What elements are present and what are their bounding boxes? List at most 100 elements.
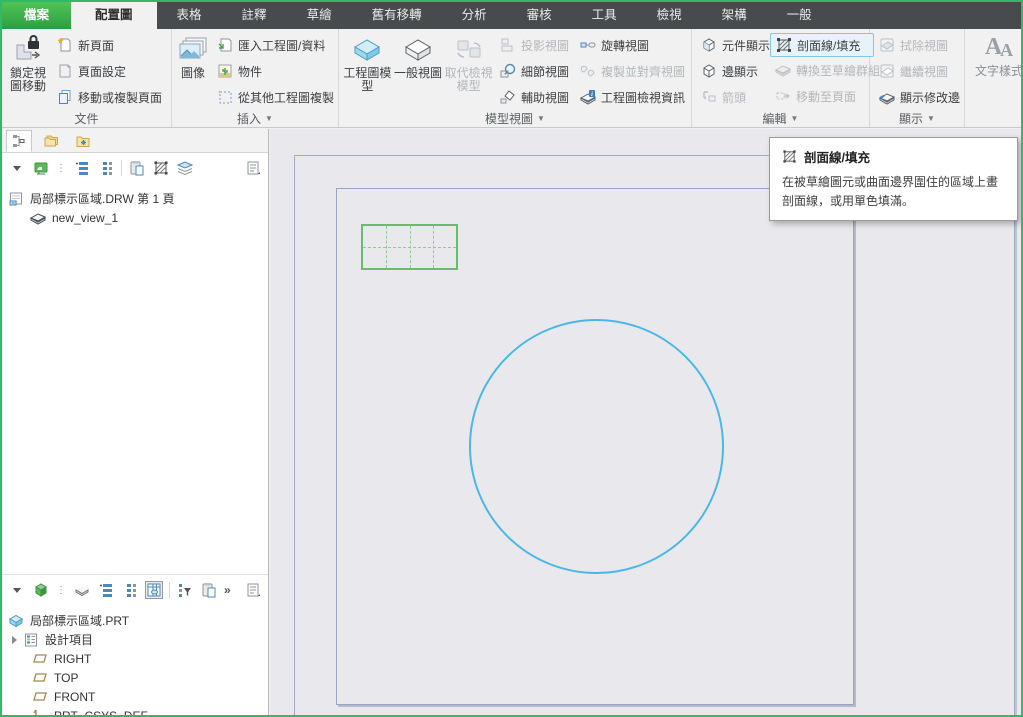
tree-node-drawing[interactable]: 局部標示區域.DRW 第 1 頁 — [8, 189, 268, 208]
layers-button[interactable] — [176, 159, 194, 177]
expand-arrow-icon[interactable] — [12, 635, 17, 644]
copy-from-drawing-button[interactable]: 從其他工程圖複製 — [212, 84, 339, 110]
tree-node-top-plane[interactable]: TOP — [8, 668, 268, 687]
part-expand-list-icon — [100, 584, 112, 597]
tree-options-button[interactable] — [244, 159, 262, 177]
part-paste-button[interactable] — [200, 581, 218, 599]
move-to-page-button: 移動至頁面 — [770, 83, 874, 109]
tab-annotate[interactable]: 註釋 — [222, 2, 287, 29]
tab-layout[interactable]: 配置圖 — [71, 2, 157, 29]
favorites-tab[interactable] — [70, 130, 96, 152]
tree-node-csys[interactable]: PRT_CSYS_DEF — [8, 706, 268, 715]
show-modified-edges-button[interactable]: 顯示修改邊 — [874, 84, 965, 110]
new-page-button[interactable]: 新頁面 — [52, 32, 167, 58]
part-collapse-all-button[interactable] — [121, 581, 139, 599]
tab-review[interactable]: 審核 — [507, 2, 572, 29]
object-button[interactable]: 物件 — [212, 58, 339, 84]
rotated-view-button[interactable]: 旋轉視圖 — [575, 32, 687, 58]
hatch-fill-button[interactable]: 剖面線/填充 — [770, 33, 874, 57]
tree-node-part[interactable]: 局部標示區域.PRT — [8, 611, 268, 630]
tab-legacy-migration[interactable]: 舊有移轉 — [352, 2, 442, 29]
text-style-icon: AA — [984, 34, 1014, 60]
green-box-icon — [35, 583, 47, 597]
tab-tools[interactable]: 工具 — [572, 2, 637, 29]
text-style-button[interactable]: AA 文字樣式 — [969, 32, 1021, 109]
drawing-view-info-label: 工程圖檢視資訊 — [601, 90, 686, 105]
group-label-display: 顯示 ▼ — [899, 112, 935, 126]
tab-view[interactable]: 檢視 — [637, 2, 702, 29]
filter-button[interactable] — [176, 581, 194, 599]
drawing-model-button[interactable]: 工程圖模型 — [343, 32, 392, 110]
part-tree-toolbar: ⋮ » — [2, 575, 268, 605]
part-node-label: 局部標示區域.PRT — [30, 614, 130, 628]
tab-general[interactable]: 一般 — [767, 2, 832, 29]
tree-node-design-items[interactable]: 設計項目 — [8, 630, 268, 649]
image-button[interactable]: 圖像 — [176, 32, 210, 110]
part-tree-options-button[interactable] — [244, 581, 262, 599]
tree-node-right-plane[interactable]: RIGHT — [8, 649, 268, 668]
image-label: 圖像 — [180, 66, 205, 80]
model-tree-toolbar: ⋮ — [2, 153, 268, 183]
part-kebab-dots-icon[interactable]: ⋮ — [56, 585, 67, 596]
detail-view-button[interactable]: 細節視圖 — [495, 58, 573, 84]
page-setup-icon — [59, 64, 71, 78]
auxiliary-view-button[interactable]: 輔助視圖 — [495, 84, 573, 110]
ribbon-group-document: 鎖定視圖移動 新頁面 頁面設定 移動或複製頁面 文件 — [2, 29, 172, 127]
tree-display-settings-button[interactable] — [32, 159, 50, 177]
tab-table[interactable]: 表格 — [157, 2, 222, 29]
replace-view-model-label: 取代檢視模型 — [444, 66, 493, 94]
projection-view-icon — [501, 38, 513, 52]
expand-all-button[interactable] — [73, 159, 91, 177]
kebab-dots-icon[interactable]: ⋮ — [56, 163, 67, 174]
tooltip-body: 在被草繪圖元或曲面邊界圍住的區域上畫剖面線，或用單色填滿。 — [782, 175, 999, 208]
tree-node-view[interactable]: new_view_1 — [8, 208, 268, 227]
tab-analysis[interactable]: 分析 — [442, 2, 507, 29]
drawing-canvas[interactable]: 剖面線/填充 在被草繪圖元或曲面邊界圍住的區域上畫剖面線，或用單色填滿。 — [270, 129, 1021, 715]
navigator-panel: ⋮ 局部標示區域.DRW 第 1 頁 new_view_1 ⋮ » 局部標示區域… — [2, 129, 269, 715]
part-tree-dropdown-arrow[interactable] — [8, 581, 26, 599]
auxiliary-view-label: 輔助視圖 — [521, 90, 570, 105]
drawing-tree: 局部標示區域.DRW 第 1 頁 new_view_1 — [2, 183, 268, 227]
model-tree-tab[interactable] — [6, 130, 32, 152]
tree-dropdown-arrow[interactable] — [8, 159, 26, 177]
new-page-label: 新頁面 — [77, 38, 114, 53]
projection-view-button: 投影視圖 — [495, 32, 573, 58]
collapse-all-button[interactable] — [97, 159, 115, 177]
part-expand-all-button[interactable] — [97, 581, 115, 599]
drawing-view-info-button[interactable]: i 工程圖檢視資訊 — [575, 84, 687, 110]
folder-browser-tab[interactable] — [38, 130, 64, 152]
view-filter-button[interactable] — [73, 581, 91, 599]
tooltip-hatch-icon — [783, 150, 796, 163]
part-tree-settings-button[interactable] — [32, 581, 50, 599]
clipboard-icon — [130, 161, 144, 176]
lock-view-move-button[interactable]: 鎖定視圖移動 — [6, 32, 50, 110]
component-display-button[interactable]: 元件顯示 — [696, 32, 770, 58]
column-display-button[interactable] — [145, 581, 163, 599]
screen-icon — [34, 162, 48, 175]
paste-button[interactable] — [128, 159, 146, 177]
menubar: 檔案 配置圖 表格 註釋 草繪 舊有移轉 分析 審核 工具 檢視 架構 一般 — [2, 2, 1021, 29]
general-view-button[interactable]: 一般視圖 — [394, 32, 443, 110]
navigator-tabs — [2, 129, 268, 153]
toolbar-overflow-chevrons[interactable]: » — [224, 583, 231, 597]
tab-file[interactable]: 檔案 — [2, 2, 72, 29]
convert-to-sketch-group-button: 轉換至草繪群組 — [770, 57, 880, 83]
tree-node-front-plane[interactable]: FRONT — [8, 687, 268, 706]
tab-sketch[interactable]: 草繪 — [287, 2, 352, 29]
page-setup-button[interactable]: 頁面設定 — [52, 58, 167, 84]
import-drawing-button[interactable]: 匯入工程圖/資料 — [212, 32, 339, 58]
move-copy-page-button[interactable]: 移動或複製頁面 — [52, 84, 167, 110]
hatch-display-button[interactable] — [152, 159, 170, 177]
group-label-insert: 插入 ▼ — [237, 112, 273, 126]
move-copy-page-icon — [58, 90, 71, 104]
edge-display-button[interactable]: 邊顯示 — [696, 58, 768, 84]
hatch-region-highlight[interactable] — [361, 224, 458, 270]
circle-geometry[interactable] — [469, 319, 724, 574]
part-tree-section: ⋮ » 局部標示區域.PRT 設計項目 RIGHT TOP FRONT PRT_… — [2, 574, 268, 715]
image-icon — [179, 37, 207, 59]
top-plane-label: TOP — [54, 670, 79, 685]
datum-plane-icon — [33, 691, 47, 701]
hatch-icon — [154, 161, 168, 175]
tab-framework[interactable]: 架構 — [702, 2, 767, 29]
ribbon-group-model-views: 工程圖模型 一般視圖 取代檢視模型 投影視圖 細節視圖 輔助視圖 旋轉視圖 複製… — [339, 29, 692, 127]
